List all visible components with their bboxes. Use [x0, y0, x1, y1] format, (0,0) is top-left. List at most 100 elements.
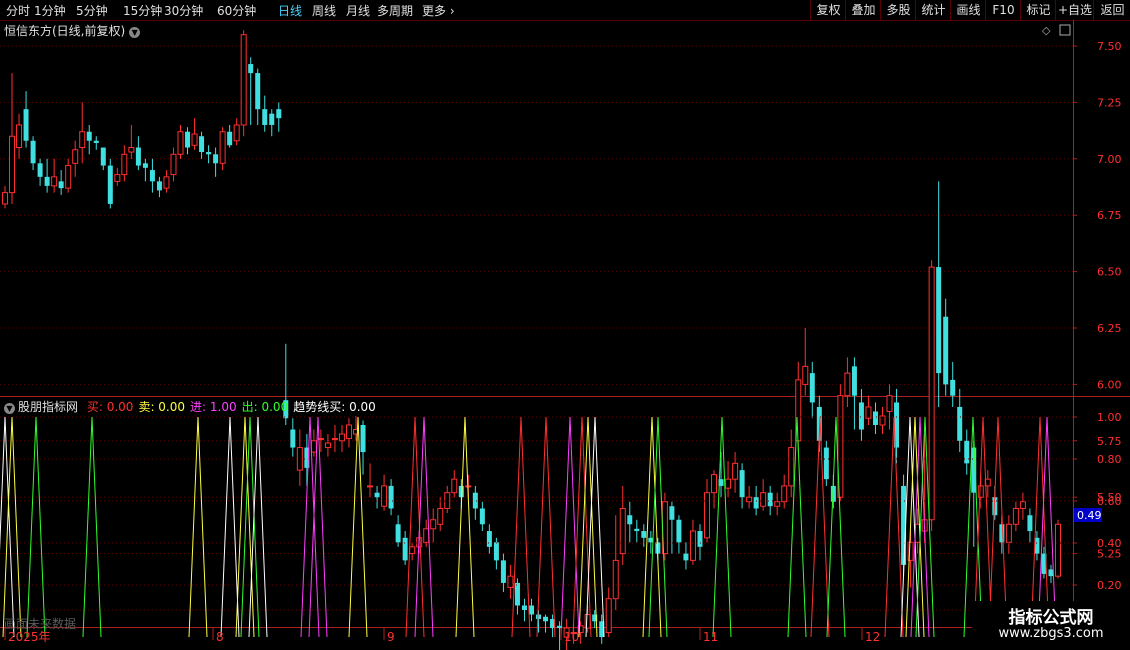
candle-body-up: [367, 485, 374, 488]
candle-body-down: [543, 616, 549, 622]
toolbar-button-1[interactable]: 叠加: [845, 0, 881, 20]
indicator-item-3: 出: 0.00: [241, 400, 289, 414]
toolbar-button-4[interactable]: 画线: [950, 0, 986, 20]
price-tick-label: 6.00: [1097, 378, 1122, 391]
candle-body-up: [170, 153, 177, 176]
indicator-tick-label: 0.60: [1097, 495, 1122, 508]
candle-body-up: [612, 559, 619, 600]
candle-body-up: [711, 474, 718, 494]
toolbar-button-8[interactable]: 返回: [1093, 0, 1130, 20]
candle-body-down: [262, 109, 268, 125]
candle-body-down: [683, 553, 689, 561]
watermark: 指标公式网 www.zbgs3.com: [972, 601, 1130, 650]
chevron-down-icon[interactable]: ▼: [4, 403, 15, 414]
signal-spike: [235, 416, 255, 638]
candle-body-up: [2, 192, 8, 205]
signal-spike: [642, 416, 662, 638]
candle-body-down: [1034, 537, 1040, 554]
candle-body-up: [577, 625, 584, 634]
candle-body-up: [121, 153, 128, 176]
toolbar-button-7[interactable]: +自选: [1055, 0, 1094, 20]
candle-body-down: [86, 131, 92, 141]
candle-body-up: [774, 501, 781, 507]
candle-body-down: [514, 582, 520, 606]
signal-spike: [900, 416, 920, 638]
candle-body-down: [599, 621, 605, 638]
toolbar-button-2[interactable]: 多股: [880, 0, 916, 20]
toolbar-button-6[interactable]: 标记: [1020, 0, 1056, 20]
candle-body-up: [240, 34, 247, 126]
candle-body-down: [395, 524, 401, 543]
period-tab-8[interactable]: 月线: [346, 2, 370, 19]
candle-body-up: [51, 176, 58, 187]
signal-spike: [414, 416, 434, 638]
period-tab-0[interactable]: 分时: [6, 2, 30, 19]
signal-spike: [348, 416, 368, 638]
candle-body-down: [971, 447, 977, 493]
candle-body-down: [830, 485, 836, 502]
candle-body-up: [1055, 523, 1061, 577]
price-tick-label: 6.75: [1097, 209, 1122, 222]
candle-body-up: [746, 496, 753, 503]
price-tick-label: 5.25: [1097, 548, 1122, 561]
candle-body-up: [128, 147, 135, 153]
chevron-down-icon[interactable]: ▼: [129, 27, 141, 38]
candle-body-down: [739, 470, 745, 498]
candle-body-up: [921, 519, 928, 532]
candle-body-up: [725, 478, 732, 489]
watermark-title: 指标公式网: [1008, 608, 1094, 628]
candle-body-down: [521, 605, 527, 610]
period-tab-9[interactable]: 多周期: [377, 2, 413, 19]
period-tab-6[interactable]: 日线: [278, 2, 302, 19]
signal-spike: [455, 416, 475, 638]
candle-body-up: [977, 485, 984, 498]
period-tab-7[interactable]: 周线: [312, 2, 336, 19]
candle-body-up: [788, 447, 795, 487]
candle-body-down: [901, 485, 907, 565]
candle-body-down: [676, 519, 682, 543]
period-tab-5[interactable]: 60分钟: [217, 2, 256, 19]
indicator-item-2: 进: 1.00: [190, 400, 237, 414]
period-tab-3[interactable]: 15分钟: [123, 2, 162, 19]
candle-body-down: [1048, 569, 1054, 577]
toolbar-button-0[interactable]: 复权: [810, 0, 846, 20]
period-tab-4[interactable]: 30分钟: [164, 2, 203, 19]
candle-body-down: [402, 537, 408, 561]
candle-body-down: [957, 406, 963, 441]
candle-body-down: [493, 542, 499, 561]
candle-body-up: [219, 131, 226, 164]
signal-spike: [240, 416, 260, 638]
indicator-tick-label: 0.80: [1097, 453, 1122, 466]
candle-body-down: [894, 402, 900, 448]
indicator-item-0: 买: 0.00: [86, 400, 134, 414]
cursor-value-label: 0.49: [1077, 509, 1102, 522]
signal-spike: [578, 416, 598, 638]
candle-body-up: [72, 149, 79, 164]
indicator-tick-label: 0.20: [1097, 579, 1122, 592]
period-tab-10[interactable]: 更多 ›: [422, 2, 455, 19]
candle-body-up: [324, 442, 331, 449]
toolbar-button-3[interactable]: 统计: [915, 0, 951, 20]
signal-spike: [405, 416, 425, 638]
period-toolbar: 分时 1分钟 5分钟 15分钟 30分钟 60分钟 日线 周线 月线 多周期 更多 › 复权 叠加 多股统…: [0, 0, 1130, 21]
candle-body-down: [142, 163, 148, 168]
candle-body-down: [100, 147, 106, 166]
future-data-label: 画面未来数据: [4, 617, 77, 631]
watermark-url: www.zbgs3.com: [998, 626, 1104, 641]
candle-body-up: [563, 627, 570, 638]
period-tab-2[interactable]: 5分钟: [76, 2, 108, 19]
candle-body-down: [374, 492, 380, 498]
candle-body-down: [992, 497, 998, 516]
candle-body-up: [409, 546, 416, 555]
candle-body-down: [206, 152, 212, 155]
candle-body-down: [93, 140, 99, 144]
period-tab-1[interactable]: 1分钟: [34, 2, 66, 19]
candle-body-down: [1027, 515, 1033, 532]
price-tick-label: 6.50: [1097, 266, 1122, 279]
candle-body-down: [999, 524, 1005, 543]
price-tick-label: 7.25: [1097, 96, 1122, 109]
candle-body-up: [65, 165, 72, 189]
candle-body-up: [296, 447, 303, 471]
toolbar-button-5[interactable]: F10: [985, 0, 1021, 20]
candle-body-down: [213, 154, 219, 164]
